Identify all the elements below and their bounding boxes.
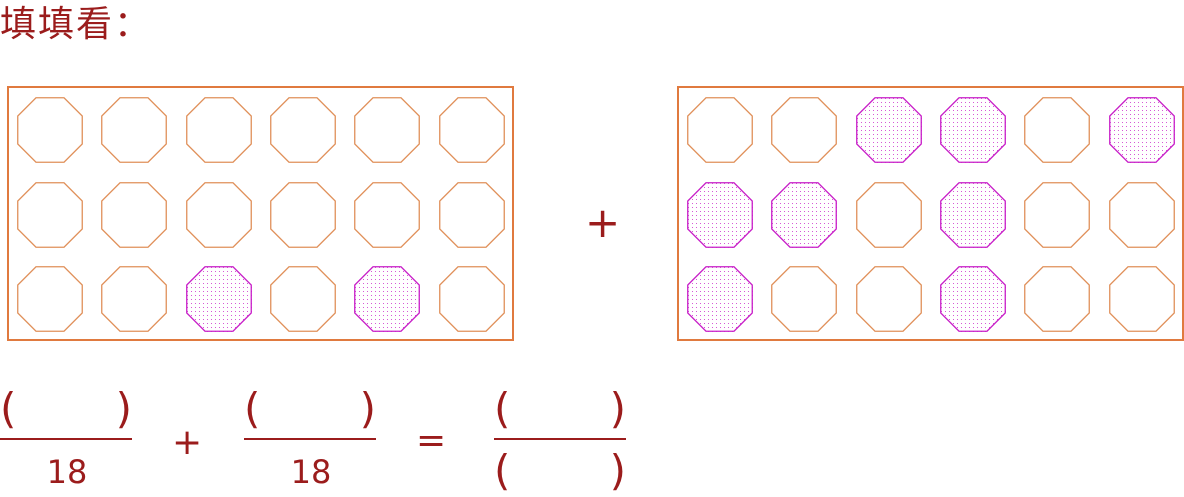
left-octagon-empty (185, 181, 252, 248)
right-octagon-empty (1108, 181, 1175, 248)
octagon-outline (354, 97, 421, 163)
octagon-outline (438, 266, 505, 332)
right-octagon-shaded (939, 181, 1006, 248)
octagon-outline (855, 266, 922, 332)
octagon-outline (1108, 181, 1175, 248)
octagon-outline (1024, 266, 1091, 332)
octagon-outline (771, 266, 838, 332)
right-paren: ) (359, 384, 376, 433)
fraction-3-numerator[interactable]: () (494, 385, 626, 433)
left-octagon-empty (101, 266, 168, 332)
left-paren: ( (244, 384, 261, 433)
fraction-2-denominator: 18 (290, 453, 332, 491)
left-octagon-shaded (354, 266, 421, 332)
right-octagon-empty (1024, 97, 1091, 163)
octagon-outline (438, 97, 505, 163)
left-octagon-empty (17, 266, 83, 332)
right-octagon-empty (855, 181, 922, 248)
left-octagon-empty (438, 181, 505, 248)
right-octagon-empty (771, 266, 838, 332)
right-octagon-empty (771, 97, 838, 163)
octagon-outline (17, 97, 83, 163)
right-octagon-empty (1024, 266, 1091, 332)
left-octagon-empty (269, 97, 336, 163)
right-octagon-grid (677, 86, 1184, 341)
left-octagon-empty (17, 181, 83, 248)
right-octagon-empty (1024, 181, 1091, 248)
right-octagon-shaded (939, 97, 1006, 163)
octagon-outline (354, 181, 421, 248)
fraction-1-line (0, 438, 132, 440)
octagon-outline (101, 266, 168, 332)
right-paren: ) (115, 384, 132, 433)
octagon-outline (185, 97, 252, 163)
right-octagon-shaded (1108, 97, 1175, 163)
left-octagon-empty (438, 97, 505, 163)
left-paren: ( (494, 384, 511, 433)
right-octagon-shaded (687, 266, 753, 332)
left-octagon-grid (7, 86, 514, 341)
plus-sign-between-grids: + (585, 198, 621, 247)
fraction-3-denominator[interactable]: () (494, 447, 626, 495)
equals-sign: = (416, 420, 447, 461)
octagon-outline (185, 181, 252, 248)
left-paren: ( (0, 384, 17, 433)
octagon-outline (17, 181, 83, 248)
fraction-3-line (494, 438, 626, 440)
right-octagon-shaded (771, 181, 838, 248)
plus-sign: + (172, 422, 203, 463)
left-octagon-empty (354, 181, 421, 248)
octagon-outline (269, 181, 336, 248)
right-octagon-shaded (855, 97, 922, 163)
left-octagon-empty (101, 97, 168, 163)
fraction-1-denominator: 18 (46, 453, 88, 491)
octagon-outline (1024, 97, 1091, 163)
left-octagon-empty (354, 97, 421, 163)
octagon-outline (17, 266, 83, 332)
octagon-outline (1024, 181, 1091, 248)
octagon-outline (687, 97, 753, 163)
right-paren: ) (609, 384, 626, 433)
left-octagon-shaded (185, 266, 252, 332)
octagon-outline (771, 97, 838, 163)
left-octagon-empty (185, 97, 252, 163)
left-paren: ( (494, 446, 511, 495)
fraction-2-numerator[interactable]: () (244, 385, 376, 433)
right-octagon-empty (855, 266, 922, 332)
octagon-outline (269, 97, 336, 163)
left-octagon-empty (17, 97, 83, 163)
fraction-2-line (244, 438, 376, 440)
octagon-outline (438, 181, 505, 248)
page-title: 填填看： (0, 4, 153, 45)
right-octagon-shaded (939, 266, 1006, 332)
octagon-outline (269, 266, 336, 332)
right-octagon-shaded (687, 181, 753, 248)
right-octagon-empty (1108, 266, 1175, 332)
octagon-outline (101, 97, 168, 163)
left-octagon-empty (269, 181, 336, 248)
octagon-outline (1108, 266, 1175, 332)
octagon-outline (855, 181, 922, 248)
octagon-outline (101, 181, 168, 248)
fraction-1-numerator[interactable]: () (0, 385, 132, 433)
right-paren: ) (609, 446, 626, 495)
left-octagon-empty (101, 181, 168, 248)
left-octagon-empty (269, 266, 336, 332)
left-octagon-empty (438, 266, 505, 332)
right-octagon-empty (687, 97, 753, 163)
